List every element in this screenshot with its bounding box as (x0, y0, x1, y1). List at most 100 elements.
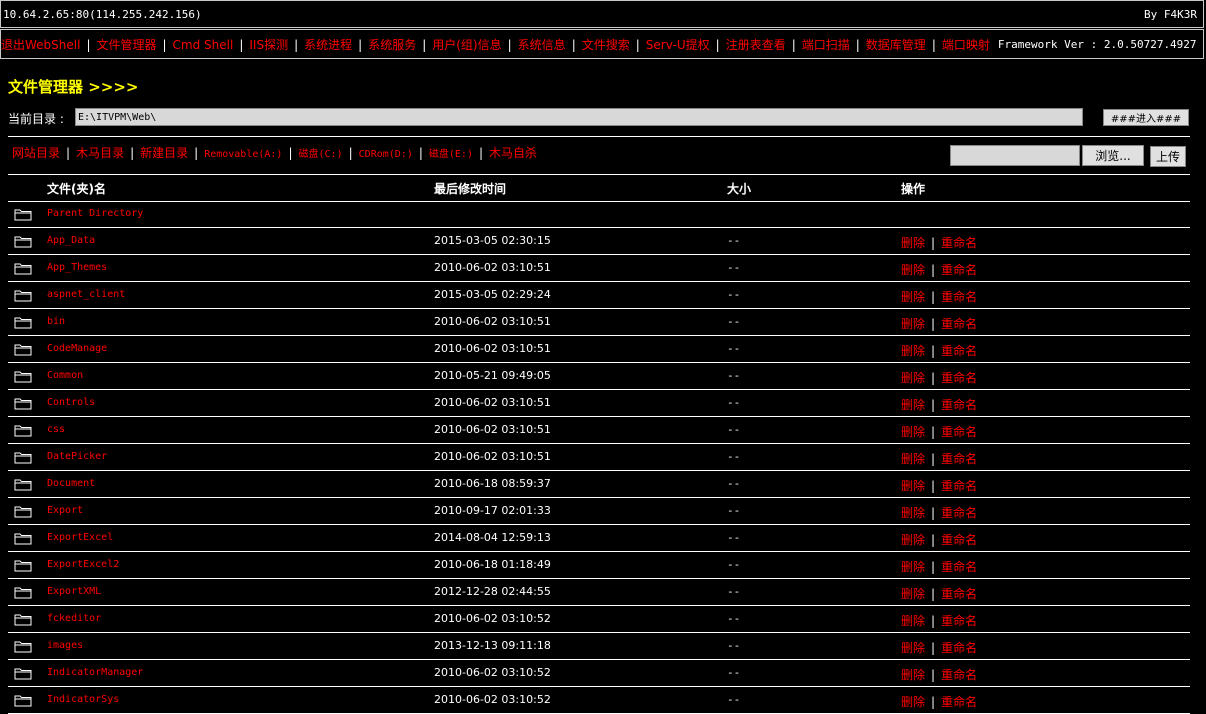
nav-item-6[interactable]: 用户(组)信息 (432, 38, 501, 52)
folder-name-link[interactable]: Common (47, 370, 83, 381)
parent-directory-link[interactable]: Parent Directory (47, 208, 143, 219)
upload-file-input[interactable] (950, 145, 1080, 166)
folder-name-link[interactable]: fckeditor (47, 613, 101, 624)
folder-name-link[interactable]: CodeManage (47, 343, 107, 354)
current-directory-label: 当前目录 : (8, 112, 64, 126)
delete-link[interactable]: 删除 (901, 479, 925, 493)
delete-link[interactable]: 删除 (901, 614, 925, 628)
enter-directory-button[interactable]: ###进入### (1103, 109, 1189, 126)
delete-link[interactable]: 删除 (901, 263, 925, 277)
drive-separator: | (418, 146, 423, 160)
drive-links: 网站目录 | 木马目录 | 新建目录 | Removable(A:) | 磁盘(C:) | CDRo… (12, 144, 537, 161)
folder-name-link[interactable]: Export (47, 505, 83, 516)
file-size: -- (727, 666, 741, 679)
file-size: -- (727, 315, 741, 328)
folder-name-link[interactable]: App_Themes (47, 262, 107, 273)
delete-link[interactable]: 删除 (901, 371, 925, 385)
upload-button[interactable]: 上传 (1150, 146, 1186, 167)
folder-name-link[interactable]: IndicatorSys (47, 694, 119, 705)
browse-button[interactable]: 浏览... (1082, 145, 1144, 166)
folder-name-link[interactable]: App_Data (47, 235, 95, 246)
nav-item-0[interactable]: 退出WebShell (1, 38, 80, 52)
folder-name-link[interactable]: Controls (47, 397, 95, 408)
rename-link[interactable]: 重命名 (941, 695, 977, 709)
nav-item-11[interactable]: 端口扫描 (802, 38, 850, 52)
delete-link[interactable]: 删除 (901, 398, 925, 412)
rename-link[interactable]: 重命名 (941, 479, 977, 493)
rename-link[interactable]: 重命名 (941, 533, 977, 547)
rename-link[interactable]: 重命名 (941, 587, 977, 601)
row-actions: 删除 | 重命名 (901, 261, 977, 278)
nav-item-1[interactable]: 文件管理器 (96, 38, 156, 52)
rename-link[interactable]: 重命名 (941, 506, 977, 520)
folder-name-link[interactable]: images (47, 640, 83, 651)
folder-name-link[interactable]: DatePicker (47, 451, 107, 462)
delete-link[interactable]: 删除 (901, 560, 925, 574)
nav-separator: | (791, 37, 796, 52)
rename-link[interactable]: 重命名 (941, 290, 977, 304)
nav-item-4[interactable]: 系统进程 (304, 38, 352, 52)
drive-link-7[interactable]: 木马自杀 (489, 146, 537, 160)
table-row: Common 2010-05-21 09:49:05 -- 删除 | 重命名 (8, 363, 1190, 390)
rename-link[interactable]: 重命名 (941, 371, 977, 385)
row-actions: 删除 | 重命名 (901, 558, 977, 575)
folder-name-link[interactable]: ExportExcel2 (47, 559, 119, 570)
delete-link[interactable]: 删除 (901, 506, 925, 520)
directory-path-input[interactable] (75, 108, 1083, 126)
rename-link[interactable]: 重命名 (941, 236, 977, 250)
folder-name-link[interactable]: IndicatorManager (47, 667, 143, 678)
folder-name-link[interactable]: ExportXML (47, 586, 101, 597)
rename-link[interactable]: 重命名 (941, 560, 977, 574)
delete-link[interactable]: 删除 (901, 641, 925, 655)
drive-link-6[interactable]: 磁盘(E:) (429, 149, 473, 160)
row-actions: 删除 | 重命名 (901, 504, 977, 521)
delete-link[interactable]: 删除 (901, 236, 925, 250)
row-actions: 删除 | 重命名 (901, 450, 977, 467)
table-row: ExportExcel2 2010-06-18 01:18:49 -- 删除 | 重命名 (8, 552, 1190, 579)
modified-time: 2010-06-02 03:10:51 (434, 315, 551, 328)
delete-link[interactable]: 删除 (901, 668, 925, 682)
rename-link[interactable]: 重命名 (941, 398, 977, 412)
nav-item-5[interactable]: 系统服务 (368, 38, 416, 52)
drive-link-5[interactable]: CDRom(D:) (359, 149, 413, 160)
nav-item-3[interactable]: IIS探测 (249, 38, 288, 52)
nav-item-12[interactable]: 数据库管理 (866, 38, 926, 52)
rename-link[interactable]: 重命名 (941, 614, 977, 628)
delete-link[interactable]: 删除 (901, 695, 925, 709)
delete-link[interactable]: 删除 (901, 425, 925, 439)
delete-link[interactable]: 删除 (901, 533, 925, 547)
rename-link[interactable]: 重命名 (941, 344, 977, 358)
action-separator: | (931, 587, 936, 601)
drive-link-2[interactable]: 新建目录 (140, 146, 188, 160)
rename-link[interactable]: 重命名 (941, 668, 977, 682)
delete-link[interactable]: 删除 (901, 317, 925, 331)
nav-item-13[interactable]: 端口映射 (942, 38, 990, 52)
folder-name-link[interactable]: Document (47, 478, 95, 489)
rename-link[interactable]: 重命名 (941, 263, 977, 277)
rename-link[interactable]: 重命名 (941, 317, 977, 331)
nav-separator: | (931, 37, 936, 52)
folder-name-link[interactable]: ExportExcel (47, 532, 113, 543)
rename-link[interactable]: 重命名 (941, 641, 977, 655)
folder-name-link[interactable]: bin (47, 316, 65, 327)
drive-link-1[interactable]: 木马目录 (76, 146, 124, 160)
drive-link-3[interactable]: Removable(A:) (204, 149, 282, 160)
nav-item-7[interactable]: 系统信息 (518, 38, 566, 52)
delete-link[interactable]: 删除 (901, 587, 925, 601)
host-address: 10.64.2.65:80(114.255.242.156) (3, 7, 202, 21)
delete-link[interactable]: 删除 (901, 344, 925, 358)
nav-item-8[interactable]: 文件搜索 (582, 38, 630, 52)
nav-item-10[interactable]: 注册表查看 (726, 38, 786, 52)
folder-name-link[interactable]: css (47, 424, 65, 435)
rename-link[interactable]: 重命名 (941, 425, 977, 439)
nav-separator: | (239, 37, 244, 52)
rename-link[interactable]: 重命名 (941, 452, 977, 466)
nav-item-9[interactable]: Serv-U提权 (646, 38, 710, 52)
delete-link[interactable]: 删除 (901, 452, 925, 466)
folder-name-link[interactable]: aspnet_client (47, 289, 125, 300)
nav-item-2[interactable]: Cmd Shell (173, 38, 234, 52)
drive-link-0[interactable]: 网站目录 (12, 146, 60, 160)
folder-icon (14, 505, 32, 521)
drive-link-4[interactable]: 磁盘(C:) (299, 149, 343, 160)
delete-link[interactable]: 删除 (901, 290, 925, 304)
